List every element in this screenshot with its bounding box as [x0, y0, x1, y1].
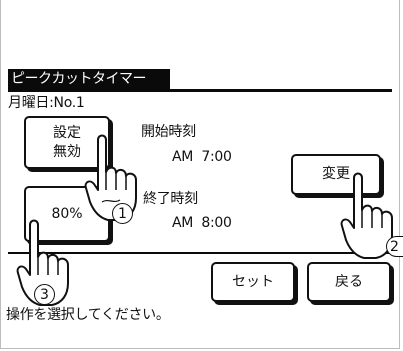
status-message: 操作を選択してください。 — [6, 307, 170, 323]
callout-2: 2 — [386, 236, 403, 257]
start-time-label: 開始時刻 — [141, 124, 196, 140]
day-number-label: 月曜日:No.1 — [8, 95, 85, 111]
set-button[interactable]: セット — [211, 262, 295, 302]
setting-line1: 設定 — [53, 124, 81, 141]
end-time-label: 終了時刻 — [143, 191, 198, 207]
end-time-value: AM 8:00 — [172, 215, 232, 231]
start-time-value: AM 7:00 — [172, 149, 232, 165]
setting-line2: 無効 — [53, 143, 81, 160]
page-title: ピークカットタイマー — [8, 69, 170, 89]
back-button[interactable]: 戻る — [307, 262, 391, 302]
callout-3: 3 — [34, 284, 55, 305]
callout-1: 1 — [112, 203, 133, 224]
